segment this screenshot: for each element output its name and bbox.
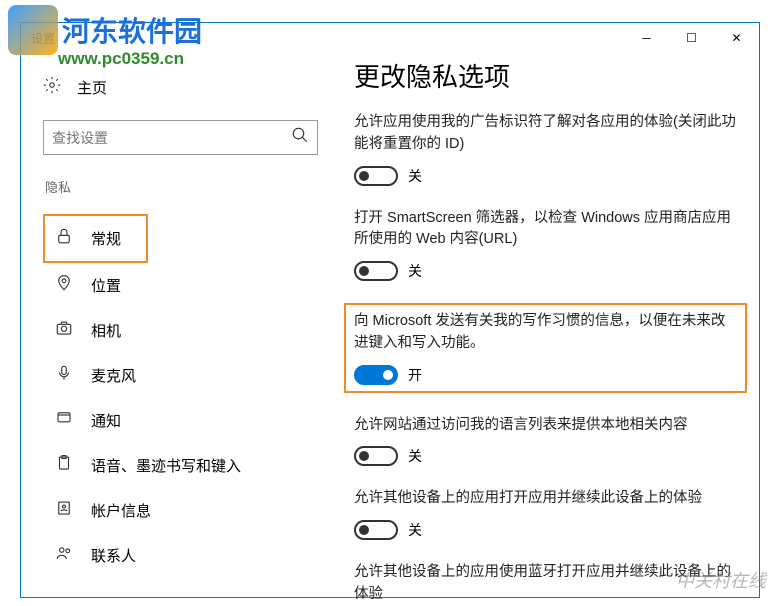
close-button[interactable]: ✕: [714, 23, 759, 53]
toggle-switch[interactable]: [354, 166, 398, 186]
toggle-state: 关: [408, 166, 422, 186]
location-icon: [55, 274, 73, 297]
titlebar: 设置 ─ ☐ ✕: [21, 23, 759, 53]
minimize-button[interactable]: ─: [624, 23, 669, 53]
search-input[interactable]: [52, 130, 291, 146]
toggle-switch[interactable]: [354, 446, 398, 466]
toggle-other-devices[interactable]: 关: [354, 520, 737, 540]
sidebar-item-general[interactable]: 常规: [43, 214, 148, 263]
sidebar-item-microphone[interactable]: 麦克风: [43, 353, 336, 398]
toggle-smartscreen[interactable]: 关: [354, 261, 737, 281]
toggle-advertising-id[interactable]: 关: [354, 166, 737, 186]
home-label: 主页: [77, 77, 107, 98]
section-label: 隐私: [43, 177, 336, 196]
toggle-switch[interactable]: [354, 520, 398, 540]
contacts-icon: [55, 544, 73, 567]
sidebar-item-label: 通知: [91, 410, 121, 431]
lock-icon: [55, 227, 73, 250]
home-button[interactable]: 主页: [43, 68, 336, 106]
clipboard-icon: [55, 454, 73, 477]
search-icon: [291, 126, 309, 149]
setting-smartscreen: 打开 SmartScreen 筛选器，以检查 Windows 应用商店应用所使用…: [354, 208, 737, 282]
sidebar-item-label: 相机: [91, 320, 121, 341]
setting-desc: 允许网站通过访问我的语言列表来提供本地相关内容: [354, 415, 737, 437]
settings-window: 设置 ─ ☐ ✕ 主页 隐私 常规 位置: [20, 22, 760, 598]
sidebar: 主页 隐私 常规 位置 相机 麦克风: [21, 53, 336, 597]
toggle-switch[interactable]: [354, 261, 398, 281]
setting-desc: 向 Microsoft 发送有关我的写作习惯的信息，以便在未来改进键入和写入功能…: [354, 311, 737, 355]
setting-typing-info: 向 Microsoft 发送有关我的写作习惯的信息，以便在未来改进键入和写入功能…: [344, 303, 747, 393]
sidebar-item-speech[interactable]: 语音、墨迹书写和键入: [43, 443, 336, 488]
sidebar-item-notifications[interactable]: 通知: [43, 398, 336, 443]
sidebar-item-label: 麦克风: [91, 365, 136, 386]
sidebar-item-contacts[interactable]: 联系人: [43, 533, 336, 578]
app-title: 设置: [31, 30, 55, 47]
setting-desc: 允许应用使用我的广告标识符了解对各应用的体验(关闭此功能将重置你的 ID): [354, 112, 737, 156]
toggle-typing-info[interactable]: 开: [354, 365, 737, 385]
toggle-state: 关: [408, 261, 422, 281]
setting-desc: 允许其他设备上的应用打开应用并继续此设备上的体验: [354, 488, 737, 510]
setting-other-devices: 允许其他设备上的应用打开应用并继续此设备上的体验 关: [354, 488, 737, 540]
sidebar-item-label: 常规: [91, 228, 121, 249]
toggle-language-list[interactable]: 关: [354, 446, 737, 466]
notification-icon: [55, 409, 73, 432]
toggle-switch[interactable]: [354, 365, 398, 385]
toggle-state: 关: [408, 446, 422, 466]
microphone-icon: [55, 364, 73, 387]
search-box[interactable]: [43, 120, 318, 155]
window-controls: ─ ☐ ✕: [624, 23, 759, 53]
maximize-button[interactable]: ☐: [669, 23, 714, 53]
toggle-state: 关: [408, 520, 422, 540]
camera-icon: [55, 319, 73, 342]
setting-desc: 打开 SmartScreen 筛选器，以检查 Windows 应用商店应用所使用…: [354, 208, 737, 252]
setting-language-list: 允许网站通过访问我的语言列表来提供本地相关内容 关: [354, 415, 737, 467]
page-title: 更改隐私选项: [354, 57, 737, 94]
account-icon: [55, 499, 73, 522]
gear-icon: [43, 76, 61, 98]
sidebar-item-account[interactable]: 帐户信息: [43, 488, 336, 533]
toggle-state: 开: [408, 365, 422, 385]
watermark-bottom: 中关村在线: [676, 567, 766, 593]
sidebar-item-label: 联系人: [91, 545, 136, 566]
sidebar-item-camera[interactable]: 相机: [43, 308, 336, 353]
sidebar-item-location[interactable]: 位置: [43, 263, 336, 308]
sidebar-item-label: 语音、墨迹书写和键入: [91, 455, 241, 476]
sidebar-item-label: 帐户信息: [91, 500, 151, 521]
sidebar-item-label: 位置: [91, 275, 121, 296]
main-content: 更改隐私选项 允许应用使用我的广告标识符了解对各应用的体验(关闭此功能将重置你的…: [336, 53, 759, 597]
setting-advertising-id: 允许应用使用我的广告标识符了解对各应用的体验(关闭此功能将重置你的 ID) 关: [354, 112, 737, 186]
